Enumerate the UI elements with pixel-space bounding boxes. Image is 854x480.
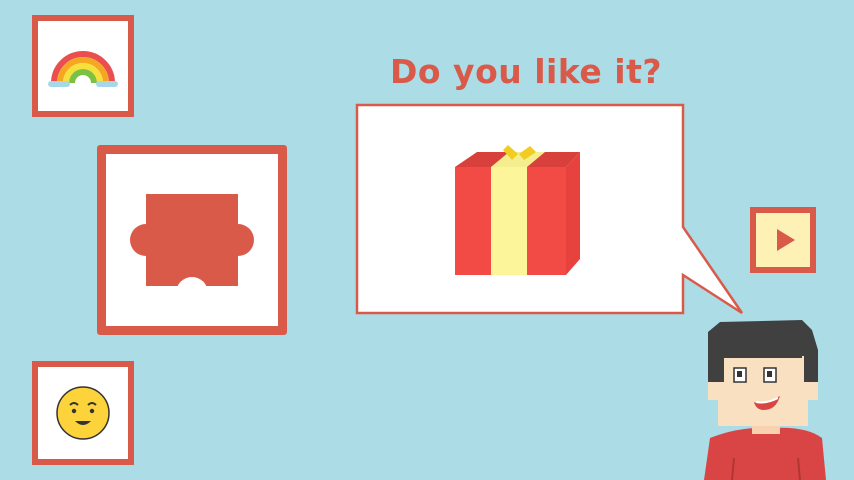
gift-box-icon — [455, 145, 580, 275]
play-icon — [777, 229, 795, 251]
boy-character — [690, 310, 854, 480]
play-button[interactable] — [750, 207, 816, 273]
